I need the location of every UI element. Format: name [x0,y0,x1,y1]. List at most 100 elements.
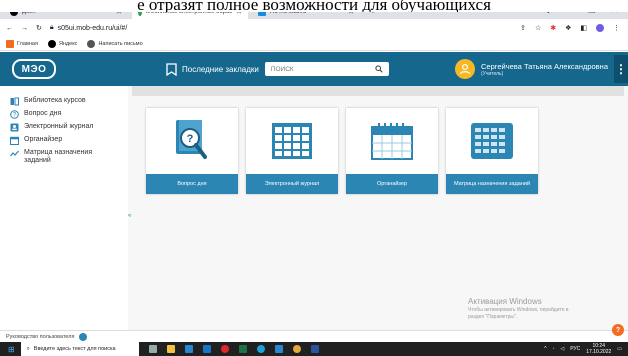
user-guide-link[interactable]: Руководство пользователя [6,334,75,340]
excel-icon[interactable] [238,345,247,353]
library-icon [10,97,19,106]
bookmark-label: Яндекс [58,40,78,47]
sidebar-item-journal[interactable]: Электронный журнал [0,122,128,133]
more-menu-icon[interactable]: ⋮ [614,55,628,83]
card-image [346,108,438,174]
bookmark-label: Главная [17,40,38,47]
bookmark-label: Написать письмо [98,40,143,47]
language-indicator[interactable]: РУС [570,346,580,352]
sidebar-item-label: Вопрос дня [24,110,62,117]
sidebar-item-library[interactable]: Библиотека курсов [0,96,128,107]
extension-icon[interactable]: ✱ [550,24,556,32]
matrix-grid-icon [471,123,513,159]
lock-icon: 🔒︎ [49,24,54,31]
browser-actions: ⇪ ☆ ✱ ❖ ◧ ⋮ [520,24,628,32]
star-icon[interactable]: ☆ [535,24,541,32]
sidebar-item-label: Матрица назначения заданий [24,149,93,164]
content-top-strip [132,86,624,96]
bookmark-yandex[interactable]: Яндекс [47,39,78,48]
avatar[interactable] [455,59,476,79]
taskbar-search[interactable]: ⌕ Введите здесь текст для поиска [20,342,139,356]
mail-icon[interactable] [202,345,211,353]
windows-activation-watermark: Активация Windows Чтобы активировать Win… [468,297,569,321]
forward-icon[interactable]: → [21,25,28,32]
journal-grid-icon [272,123,312,159]
watermark-title: Активация Windows [468,297,542,306]
card-label: Матрица назначения заданий [446,174,538,194]
organizer-icon [10,136,19,145]
menu-icon[interactable]: ⋮ [613,24,620,32]
user-icon [459,63,471,75]
user-name: Сергейчева Татьяна Александровна [481,61,608,71]
share-icon[interactable]: ⇪ [520,24,526,32]
back-icon[interactable]: ← [6,25,13,32]
sidebar-item-label: Органайзер [24,136,63,143]
sidebar-toggle-icon[interactable]: « [128,213,131,219]
windows-start-icon[interactable]: ⊞ [8,345,15,354]
url-text: s05ui.mob-edu.ru/ui/#/ [57,24,128,32]
edge-icon[interactable] [256,345,265,353]
taskbar-apps [148,345,319,353]
profile-icon[interactable] [596,24,604,32]
extensions-icon[interactable]: ❖ [565,24,571,32]
card-label: Электронный журнал [246,174,338,194]
chevron-up-icon[interactable]: ^ [544,346,546,352]
question-book-icon: ? [176,120,207,159]
user-role: (Учитель) [481,70,504,77]
main-content: ? Вопрос дня Электронный журнал Органайз… [128,86,628,330]
store-icon[interactable] [184,345,193,353]
home-favicon-icon [6,39,14,48]
card-label: Органайзер [346,174,438,194]
card-question-of-day[interactable]: ? Вопрос дня [146,108,238,194]
question-icon: ? [10,110,19,119]
sidebar-item-organizer[interactable]: Органайзер [0,135,128,146]
watermark-line: раздел "Параметры". [468,314,518,320]
user-profile[interactable]: Сергейчева Татьяна Александровна (Учител… [455,59,608,79]
explorer-icon[interactable] [166,345,175,353]
card-organizer[interactable]: Органайзер [346,108,438,194]
bookmark-write-letter[interactable]: Написать письмо [87,39,143,48]
network-icon[interactable]: ◦ [553,346,555,352]
card-image [446,108,538,174]
opera-icon[interactable] [220,345,229,353]
bookmark-icon [166,62,177,76]
sidebar-item-label: Электронный журнал [24,123,94,130]
bookmark-home[interactable]: Главная [6,39,38,48]
photos-icon[interactable] [274,345,283,353]
sidebar-item-matrix[interactable]: Матрица назначения заданий [0,148,128,166]
card-image: ? [146,108,238,174]
svg-text:?: ? [187,133,194,145]
sidebar-item-question[interactable]: ? Вопрос дня [0,109,128,120]
word-icon[interactable] [310,345,319,353]
sidebar-item-label: Библиотека курсов [24,97,86,104]
card-electronic-journal[interactable]: Электронный журнал [246,108,338,194]
card-label: Вопрос дня [146,174,238,194]
help-button[interactable]: ? [612,324,624,336]
bookmarks-bar: Главная Яндекс Написать письмо [0,37,628,51]
sidepanel-icon[interactable]: ◧ [580,24,587,32]
address-bar: ← → ↻ 🔒︎ s05ui.mob-edu.ru/ui/#/ ⇪ ☆ ✱ ❖ … [0,19,628,37]
clock-date: 17.10.2022 [586,349,612,355]
footer-bar: Руководство пользователя [0,330,628,342]
card-image [246,108,338,174]
url-field[interactable]: 🔒︎ s05ui.mob-edu.ru/ui/#/ [50,24,127,32]
volume-icon[interactable]: ◁ [560,346,564,352]
recent-bookmarks-button[interactable]: Последние закладки [166,62,259,76]
meo-logo[interactable]: МЭО [12,59,56,79]
clock[interactable]: 10:24 17.10.2022 [586,343,611,355]
chrome-icon[interactable] [292,345,301,353]
task-view-icon[interactable] [148,345,157,353]
reload-icon[interactable]: ↻ [36,24,42,32]
taskbar-search-text: Введите здесь текст для поиска [33,346,116,352]
search-icon: ⌕ [26,345,30,352]
sidebar: Библиотека курсов ? Вопрос дня Электронн… [0,86,128,330]
journal-icon [10,123,19,132]
search-icon[interactable] [375,65,383,73]
search-input[interactable] [270,65,361,73]
windows-taskbar: ⊞ ⌕ Введите здесь текст для поиска ^ ◦ ◁… [0,342,628,356]
notification-icon[interactable]: ▭ [617,346,622,352]
search-box[interactable] [264,62,389,76]
system-tray: ^ ◦ ◁ РУС 10:24 17.10.2022 ▭ [544,343,628,355]
guide-info-icon[interactable] [78,332,87,341]
card-assignment-matrix[interactable]: Матрица назначения заданий [446,108,538,194]
